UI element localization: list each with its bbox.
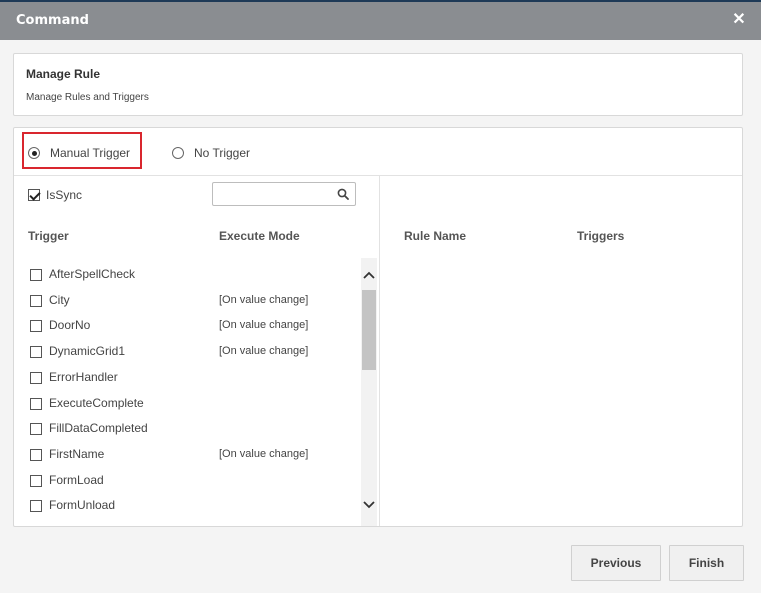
trigger-list: AfterSpellCheck City [On value change] Door… — [14, 258, 378, 527]
no-trigger-radio-button[interactable] — [172, 147, 184, 159]
trigger-checkbox[interactable] — [30, 448, 42, 461]
chevron-down-icon[interactable] — [361, 496, 377, 514]
trigger-list-pane: IsSync Trigger Execute Mode AfterSpellCh… — [14, 176, 380, 527]
trigger-checkbox[interactable] — [30, 346, 42, 359]
trigger-execute-mode: [On value change] — [219, 293, 309, 306]
trigger-column-header: Trigger — [28, 229, 69, 243]
search-field — [212, 182, 356, 206]
header-card: Manage Rule Manage Rules and Triggers — [13, 53, 743, 116]
no-trigger-radio[interactable]: No Trigger — [172, 144, 250, 162]
trigger-row[interactable]: FirstName [On value change] — [14, 444, 362, 469]
page-subtitle: Manage Rules and Triggers — [26, 92, 149, 103]
trigger-checkbox[interactable] — [30, 294, 42, 307]
trigger-row[interactable]: AfterSpellCheck — [14, 264, 362, 289]
trigger-name: FillDataCompleted — [49, 421, 148, 436]
manual-trigger-radio[interactable]: Manual Trigger — [28, 144, 130, 162]
trigger-name: DoorNo — [49, 318, 91, 333]
trigger-row[interactable]: City [On value change] — [14, 290, 362, 315]
no-trigger-label: No Trigger — [194, 146, 251, 160]
trigger-name: FormUnload — [49, 498, 116, 513]
execute-mode-column-header: Execute Mode — [219, 229, 300, 243]
previous-button[interactable]: Previous — [571, 545, 661, 581]
trigger-row[interactable]: ErrorHandler — [14, 367, 362, 392]
trigger-row[interactable]: LastName [On value change] — [14, 521, 362, 527]
trigger-row[interactable]: FormUnload — [14, 495, 362, 520]
issync-label: IsSync — [46, 188, 83, 202]
trigger-name: LastName — [49, 524, 104, 526]
trigger-name: FirstName — [49, 446, 105, 461]
trigger-type-row: Manual Trigger No Trigger — [14, 128, 742, 176]
page-title: Manage Rule — [26, 67, 101, 81]
trigger-row[interactable]: FillDataCompleted — [14, 418, 362, 443]
trigger-name: ExecuteComplete — [49, 395, 144, 410]
trigger-row[interactable]: DoorNo [On value change] — [14, 315, 362, 340]
trigger-checkbox[interactable] — [30, 371, 42, 384]
search-icon[interactable] — [337, 188, 349, 200]
trigger-checkbox[interactable] — [30, 320, 42, 333]
trigger-checkbox[interactable] — [30, 423, 42, 436]
search-input[interactable] — [213, 183, 331, 205]
trigger-checkbox[interactable] — [30, 474, 42, 487]
trigger-name: City — [49, 292, 70, 307]
issync-checkbox[interactable]: IsSync — [28, 188, 82, 202]
dialog-titlebar: Command ✕ — [0, 0, 761, 40]
trigger-execute-mode: [On value change] — [219, 319, 309, 332]
trigger-name: ErrorHandler — [49, 369, 118, 384]
close-icon[interactable]: ✕ — [731, 11, 747, 29]
rules-pane: Rule Name Triggers — [380, 176, 742, 526]
dialog-title: Command — [16, 13, 89, 28]
trigger-checkbox[interactable] — [30, 500, 42, 513]
trigger-row[interactable]: ExecuteComplete — [14, 393, 362, 418]
scroll-thumb[interactable] — [362, 290, 376, 370]
trigger-execute-mode: [On value change] — [219, 525, 308, 526]
chevron-up-icon[interactable] — [361, 266, 377, 284]
rule-name-column-header: Rule Name — [404, 229, 467, 243]
trigger-execute-mode: [On value change] — [219, 447, 309, 460]
trigger-checkbox[interactable] — [30, 526, 42, 527]
trigger-checkbox[interactable] — [30, 397, 42, 410]
trigger-list-scrollbar[interactable] — [361, 258, 377, 526]
finish-button[interactable]: Finish — [669, 545, 744, 581]
trigger-row[interactable]: DynamicGrid1 [On value change] — [14, 341, 362, 366]
trigger-name: DynamicGrid1 — [49, 344, 126, 359]
manual-trigger-label: Manual Trigger — [50, 146, 131, 160]
trigger-row[interactable]: FormLoad — [14, 470, 362, 495]
trigger-name: AfterSpellCheck — [49, 267, 136, 281]
trigger-name: FormLoad — [49, 472, 104, 487]
trigger-checkbox[interactable] — [30, 269, 42, 281]
triggers-column-header: Triggers — [577, 229, 625, 243]
rule-editor-card: Manual Trigger No Trigger IsSync Trigger — [13, 127, 743, 527]
trigger-execute-mode: [On value change] — [219, 345, 309, 358]
dialog-body: Manage Rule Manage Rules and Triggers Ma… — [0, 40, 761, 593]
manual-trigger-radio-button[interactable] — [28, 147, 40, 159]
issync-checkbox-box[interactable] — [28, 189, 40, 201]
